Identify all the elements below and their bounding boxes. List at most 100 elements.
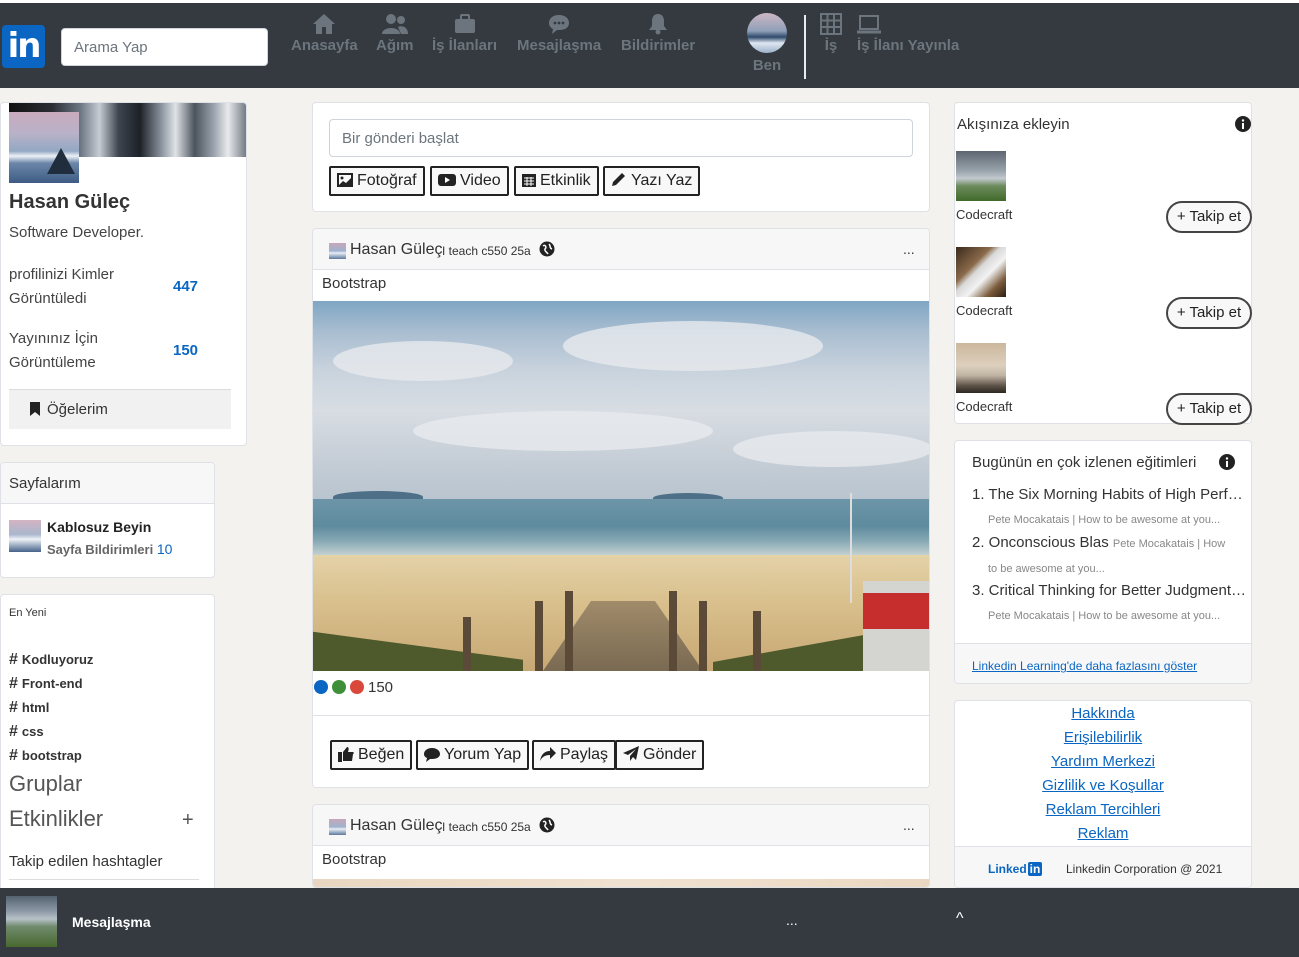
accessibility-link[interactable]: Erişilebilirlik [955,729,1251,746]
linkedin-logo[interactable]: in [2,25,45,68]
thumbs-up-icon [338,747,354,762]
nav-home[interactable]: Anasayfa [291,13,358,54]
groups-link[interactable]: Gruplar [9,771,82,797]
post-options-button[interactable]: ... [903,817,915,833]
hashtag-label: css [21,724,44,739]
nav-notifications[interactable]: Bildirimler [621,13,695,54]
start-post-input[interactable]: Bir gönderi başlat [329,119,913,157]
profile-name[interactable]: Hasan Güleç [9,191,130,214]
share-icon [540,747,556,761]
event-button[interactable]: Etkinlik [514,166,599,196]
author-meta: I teach c550 25a [442,244,531,258]
suggestion-image[interactable] [956,247,1006,297]
my-items-button[interactable]: Öğelerim [9,389,231,429]
nav-post-job[interactable]: İş İlanı Yayınla [857,13,959,54]
stat-label: profilinizi Kimler Görüntüledi [9,266,115,307]
hashtag-item[interactable]: # Kodluyoruz [9,651,93,669]
course-item[interactable]: 3. Critical Thinking for Better Judgment… [972,579,1250,628]
post-header: Hasan Güleç I teach c550 25a ... [313,229,929,270]
hashtag-label: html [21,700,50,715]
suggestion-name[interactable]: Codecraft [956,207,1012,222]
events-link[interactable]: Etkinlikler [9,806,103,832]
nav-messaging[interactable]: Mesajlaşma [517,13,601,54]
video-button[interactable]: Video [430,166,509,196]
nav-work[interactable]: İş [820,13,842,54]
info-icon[interactable] [1219,454,1235,470]
feed-post: Hasan Güleç I teach c550 25a ... Bootstr… [312,228,930,788]
hashtag-item[interactable]: # html [9,699,49,717]
post-options-button[interactable]: ... [903,241,915,257]
footer-links-card: Hakkında Erişilebilirlik Yardım Merkezi … [954,700,1252,888]
hashtag-item[interactable]: # Front-end [9,675,83,693]
stat-value: 150 [173,342,199,359]
post-image[interactable] [313,879,929,887]
write-article-button[interactable]: Yazı Yaz [603,166,701,196]
feed-post: Hasan Güleç I teach c550 25a ... Bootstr… [312,804,930,888]
post-text: Bootstrap [322,851,387,868]
advertising-link[interactable]: Reklam [955,825,1251,842]
comment-button[interactable]: Yorum Yap [416,740,530,770]
author-name[interactable]: Hasan Güleç [350,241,443,259]
send-button[interactable]: Gönder [615,740,705,770]
photo-label: Fotoğraf [357,172,417,189]
image-icon [337,173,353,187]
globe-icon [539,817,555,833]
help-center-link[interactable]: Yardım Merkezi [955,753,1251,770]
hashtag-label: bootstrap [21,748,82,763]
course-subtitle: Pete Mocakatais | How to be awesome at y… [988,514,1221,526]
messaging-options-button[interactable]: ... [786,912,798,928]
stat-post-views[interactable]: Yayınınız İçin Görüntüleme 150 [9,327,209,375]
hashtag-item[interactable]: # css [9,723,44,741]
suggestion-name[interactable]: Codecraft [956,399,1012,414]
course-subtitle: to be awesome at you... [988,563,1105,575]
follow-button[interactable]: + Takip et [1166,201,1252,233]
followed-hashtags-link[interactable]: Takip edilen hashtagler [9,853,162,870]
learning-more-link[interactable]: Linkedin Learning'de daha fazlasını göst… [972,659,1197,673]
suggestion-image[interactable] [956,151,1006,201]
privacy-terms-link[interactable]: Gizlilik ve Koşullar [955,777,1251,794]
hashtag-item[interactable]: # bootstrap [9,747,82,765]
author-avatar[interactable] [329,243,346,259]
course-title: 3. Critical Thinking for Better Judgment… [972,582,1250,599]
post-image[interactable] [313,301,929,671]
follow-button[interactable]: + Takip et [1166,393,1252,425]
messaging-bar[interactable]: Mesajlaşma ... ^ [0,888,1299,957]
comment-label: Yorum Yap [444,746,522,763]
photo-button[interactable]: Fotoğraf [329,166,425,196]
author-avatar[interactable] [329,819,346,835]
laptop-icon [857,15,881,34]
send-label: Gönder [643,746,697,763]
reaction-count: 150 [368,679,394,696]
about-link[interactable]: Hakkında [955,705,1251,722]
reactions-summary[interactable]: 150 [314,679,393,696]
ad-preferences-link[interactable]: Reklam Tercihleri [955,801,1251,818]
page-thumbnail[interactable] [9,520,41,552]
messaging-expand-button[interactable]: ^ [956,910,964,928]
stat-label: Yayınınız İçin Görüntüleme [9,330,98,371]
bookmark-icon [30,402,40,416]
post-composer: Bir gönderi başlat Fotoğraf Video Etkinl… [312,102,930,212]
nav-me[interactable]: Ben [747,13,787,74]
messaging-title: Mesajlaşma [72,914,151,930]
page-notifications[interactable]: Sayfa Bildirimleri 10 [47,541,172,557]
share-button[interactable]: Paylaş [532,740,617,770]
newest-label: En Yeni [9,607,47,619]
love-reaction-icon [350,680,364,694]
page-name[interactable]: Kablosuz Beyin [47,519,151,535]
nav-network[interactable]: Ağım [376,13,414,54]
like-button[interactable]: Beğen [330,740,413,770]
course-item[interactable]: 1. The Six Morning Habits of High Perfor… [972,483,1250,532]
follow-button[interactable]: + Takip et [1166,297,1252,329]
info-icon[interactable] [1235,116,1251,132]
author-name[interactable]: Hasan Güleç [350,817,443,835]
suggestion-image[interactable] [956,343,1006,393]
add-event-button[interactable]: + [182,809,194,832]
nav-jobs[interactable]: İş İlanları [432,13,497,54]
stat-profile-views[interactable]: profilinizi Kimler Görüntüledi 447 [9,263,209,311]
search-input[interactable] [61,28,268,66]
course-item[interactable]: 2. Onconscious Blas Pete Mocakatais | Ho… [972,531,1250,581]
event-label: Etkinlik [540,172,591,189]
suggestion-name[interactable]: Codecraft [956,303,1012,318]
profile-photo[interactable] [9,112,79,183]
nav-network-label: Ağım [376,37,414,54]
